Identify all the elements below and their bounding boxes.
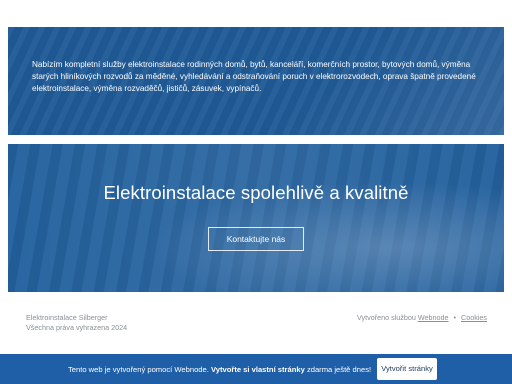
- footer-created-text: Vytvořeno službou: [356, 313, 416, 322]
- hero-panel: Elektroinstalace spolehlivě a kvalitně K…: [8, 144, 504, 292]
- banner-text-bold: Vytvořte si vlastní stránky: [210, 365, 305, 374]
- create-site-button[interactable]: Vytvořit stránky: [377, 358, 437, 380]
- cookies-link[interactable]: Cookies: [461, 313, 487, 322]
- services-panel: Nabízím kompletní služby elektroinstalac…: [8, 27, 504, 135]
- footer-rights: Všechna práva vyhrazena 2024: [26, 323, 128, 332]
- banner-text-prefix: Tento web je vytvořený pomocí Webnode.: [68, 365, 209, 374]
- webnode-banner: Tento web je vytvořený pomocí Webnode. V…: [0, 354, 512, 384]
- footer-company: Elektroinstalace Silberger: [26, 313, 108, 322]
- footer-info: Elektroinstalace Silberger Všechna práva…: [26, 313, 127, 333]
- footer-separator: •: [453, 313, 457, 322]
- webnode-link[interactable]: Webnode: [418, 313, 449, 322]
- banner-text-suffix: zdarma ještě dnes!: [306, 365, 372, 374]
- contact-button[interactable]: Kontaktujte nás: [208, 227, 304, 251]
- services-description: Nabízím kompletní služby elektroinstalac…: [32, 60, 476, 93]
- page: Nabízím kompletní služby elektroinstalac…: [0, 0, 512, 384]
- footer-links: Vytvořeno službou Webnode • Cookies: [357, 313, 487, 323]
- hero-title: Elektroinstalace spolehlivě a kvalitně: [103, 182, 409, 203]
- banner-message: Tento web je vytvořený pomocí Webnode. V…: [68, 365, 371, 374]
